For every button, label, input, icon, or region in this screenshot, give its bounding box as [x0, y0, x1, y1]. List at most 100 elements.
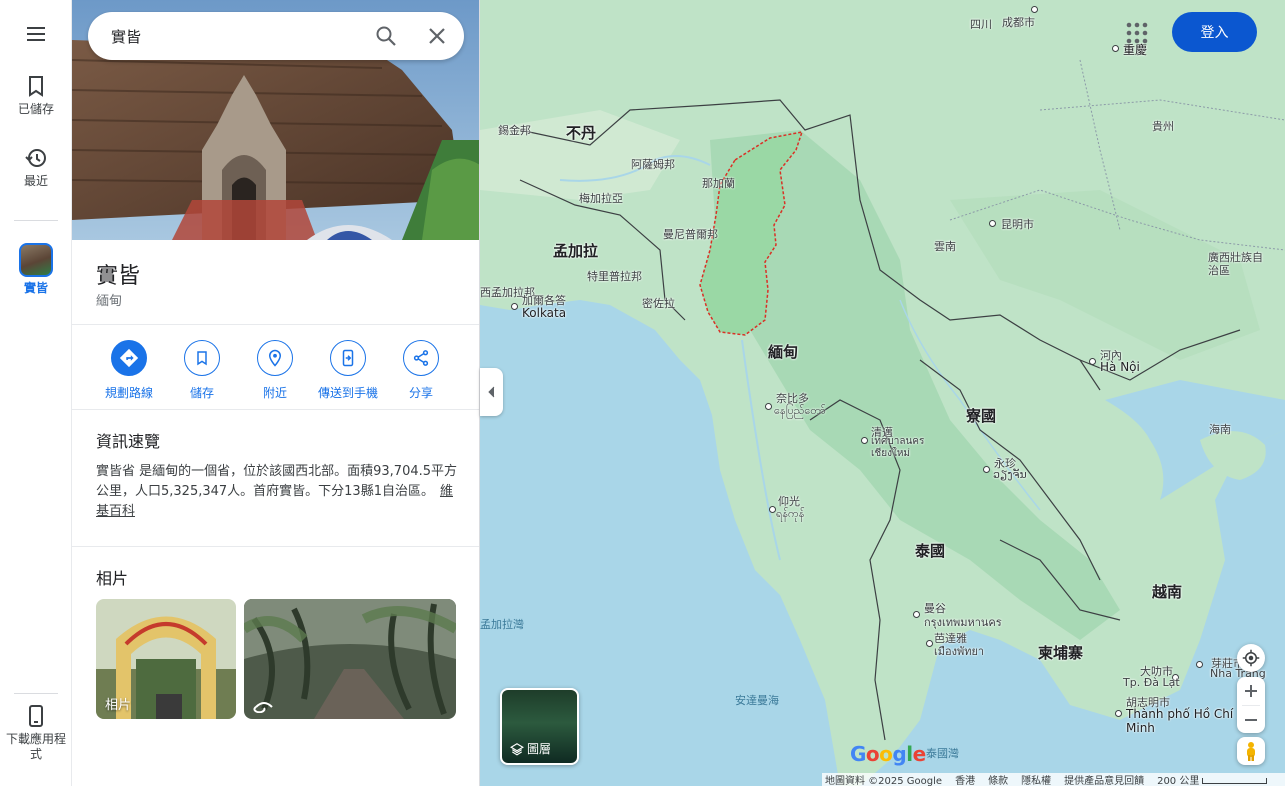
directions-circle: [111, 340, 147, 376]
label-yunnan[interactable]: 雲南: [934, 238, 956, 254]
directions-icon: [119, 348, 139, 368]
label-vietnam[interactable]: 越南: [1152, 581, 1182, 602]
city-dot: [1196, 661, 1203, 668]
label-dalat-vi[interactable]: Tp. Đà Lạt: [1123, 676, 1180, 689]
label-bangkok-th[interactable]: กรุงเทพมหานคร: [924, 613, 1002, 631]
rail-place-label: 實皆: [23, 281, 48, 295]
label-sichuan[interactable]: 四川: [970, 16, 992, 32]
scale-label: 200 公里: [1157, 776, 1200, 786]
nearby-label: 附近: [262, 386, 287, 400]
label-guizhou[interactable]: 貴州: [1152, 118, 1174, 134]
360-view-icon: [253, 702, 273, 713]
my-location-button[interactable]: [1237, 644, 1265, 672]
history-icon: [25, 149, 46, 167]
label-sikkim[interactable]: 錫金邦: [498, 122, 531, 138]
layers-button[interactable]: 圖層: [500, 688, 579, 765]
close-icon[interactable]: [425, 24, 449, 48]
label-manipur[interactable]: 曼尼普爾邦: [663, 226, 718, 242]
map-canvas[interactable]: 成都市 四川 重慶 貴州 不丹 錫金邦 阿薩姆邦 那加蘭 梅加拉亞 孟加拉 曼尼…: [480, 0, 1285, 786]
my-location-icon: [1242, 649, 1260, 667]
nearby-button[interactable]: 附近: [235, 340, 315, 401]
label-thailand[interactable]: 泰國: [915, 540, 945, 561]
left-rail: 已儲存 最近 實皆 下載應用程式: [0, 0, 72, 786]
label-kolkata-en[interactable]: Kolkata: [522, 306, 566, 320]
label-myanmar[interactable]: 緬甸: [768, 341, 798, 362]
photos-title: 相片: [96, 569, 129, 588]
label-mizoram[interactable]: 密佐拉: [642, 295, 675, 311]
search-input[interactable]: [111, 27, 361, 45]
city-dot: [1089, 358, 1096, 365]
place-title: 實皆: [96, 264, 141, 289]
label-bhutan[interactable]: 不丹: [566, 122, 596, 143]
label-hanoi-en[interactable]: Hà Nội: [1100, 360, 1140, 374]
label-vientiane-lo[interactable]: ວຽງຈັນ: [993, 468, 1027, 481]
street-view-pegman-button[interactable]: [1237, 737, 1265, 765]
phone-icon: [29, 705, 43, 727]
zoom-controls: [1237, 677, 1265, 733]
label-yangon-my[interactable]: ရန်ကုန်: [776, 507, 804, 523]
bookmark-icon: [197, 351, 207, 366]
recent-label: 最近: [23, 174, 48, 188]
label-andaman-sea[interactable]: 安達曼海: [735, 692, 779, 708]
label-kunming[interactable]: 昆明市: [1001, 216, 1034, 232]
rail-divider-bottom: [14, 693, 58, 694]
label-hainan[interactable]: 海南: [1209, 421, 1231, 437]
label-tripura[interactable]: 特里普拉邦: [587, 268, 642, 284]
scale-control[interactable]: 200 公里: [1157, 772, 1268, 786]
collapse-panel-button[interactable]: [480, 368, 503, 416]
photo-caption: 相片: [105, 698, 132, 713]
download-app-button[interactable]: 下載應用程式: [0, 704, 72, 762]
save-button[interactable]: 儲存: [162, 340, 242, 401]
share-icon: [413, 350, 429, 366]
label-cambodia[interactable]: 柬埔寨: [1038, 642, 1083, 663]
city-dot: [1115, 710, 1122, 717]
zoom-in-button[interactable]: [1245, 677, 1257, 705]
map-data-attribution[interactable]: 地圖資料 ©2025 Google: [825, 772, 942, 786]
photo-street-view[interactable]: [244, 599, 456, 719]
place-panel: 實皆 緬甸 規劃路線 儲存 附近 傳送到手機: [72, 0, 480, 786]
terms-link[interactable]: 條款: [988, 772, 1008, 786]
label-pattaya-th[interactable]: เมืองพัทยา: [934, 642, 984, 660]
directions-button[interactable]: 規劃路線: [89, 340, 169, 401]
feedback-link[interactable]: 提供產品意見回饋: [1064, 772, 1144, 786]
label-gulf-of-thailand[interactable]: 泰國灣: [926, 745, 959, 761]
send-to-phone-button[interactable]: 傳送到手機: [308, 340, 388, 401]
nearby-icon: [268, 349, 282, 367]
google-logo: Google: [850, 742, 926, 766]
photo-gate[interactable]: 相片: [96, 599, 236, 719]
rail-place-button[interactable]: 實皆: [0, 243, 72, 296]
apps-grid-icon[interactable]: [1124, 20, 1150, 46]
signin-button[interactable]: 登入: [1172, 12, 1257, 52]
privacy-link[interactable]: 隱私權: [1021, 772, 1051, 786]
label-assam[interactable]: 阿薩姆邦: [631, 156, 675, 172]
label-bengal-bay[interactable]: 孟加拉灣: [480, 616, 524, 632]
label-chiangmai-th[interactable]: เทศบาลนคร เชียงใหม่: [871, 436, 931, 460]
label-hcmc-vi[interactable]: Thành phố Hồ Chí Minh: [1126, 707, 1236, 735]
divider: [72, 324, 479, 325]
search-icon[interactable]: [374, 24, 398, 48]
menu-icon: [27, 27, 45, 41]
label-nagaland[interactable]: 那加蘭: [702, 175, 735, 191]
saved-label: 已儲存: [17, 102, 54, 116]
city-dot: [989, 220, 996, 227]
label-meghalaya[interactable]: 梅加拉亞: [579, 190, 623, 206]
label-naypyidaw-my[interactable]: နေပြည်တော်: [774, 404, 826, 420]
city-dot: [769, 506, 776, 513]
region-link[interactable]: 香港: [955, 772, 975, 786]
menu-button[interactable]: [0, 22, 72, 46]
layers-icon: [510, 742, 524, 756]
city-dot: [765, 403, 772, 410]
pegman-icon: [1247, 742, 1255, 761]
share-button[interactable]: 分享: [381, 340, 461, 401]
layers-caption: 圖層: [510, 740, 551, 757]
label-laos[interactable]: 寮國: [966, 405, 996, 426]
recent-button[interactable]: 最近: [0, 146, 72, 189]
save-circle: [184, 340, 220, 376]
label-chengdu[interactable]: 成都市: [1002, 14, 1035, 30]
map-footer: 地圖資料 ©2025 Google 香港 條款 隱私權 提供產品意見回饋 200…: [822, 773, 1285, 786]
saved-button[interactable]: 已儲存: [0, 74, 72, 117]
label-guangxi[interactable]: 廣西壯族自治區: [1208, 251, 1268, 277]
save-label: 儲存: [189, 386, 214, 400]
zoom-out-button[interactable]: [1245, 706, 1257, 733]
label-bangladesh[interactable]: 孟加拉: [553, 240, 598, 261]
